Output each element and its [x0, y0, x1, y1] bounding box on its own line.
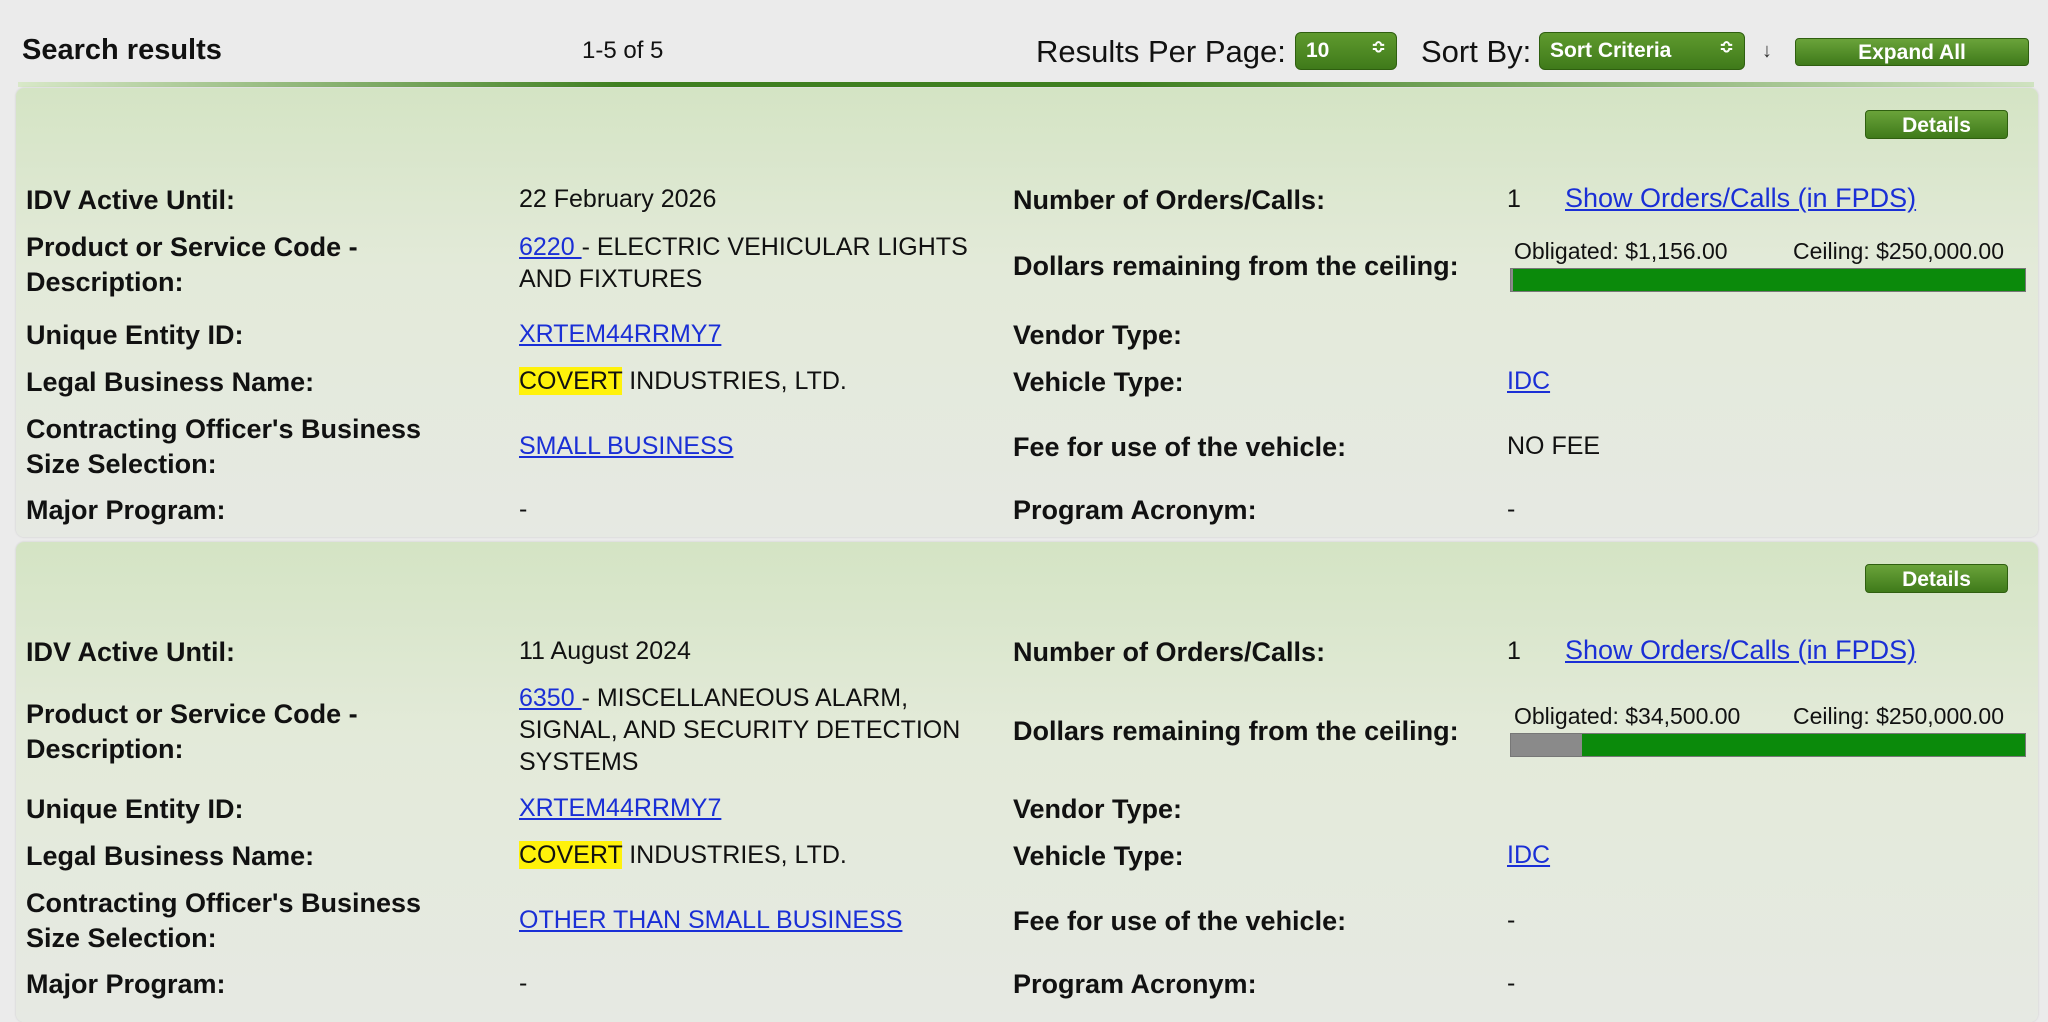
orders-calls-count: 1 — [1507, 637, 1521, 665]
legal-business-name-rest: INDUSTRIES, LTD. — [622, 367, 847, 395]
sort-criteria-value: Sort Criteria — [1550, 39, 1672, 62]
business-size-label-line: Contracting Officer's Business — [26, 888, 422, 918]
result-card: Details IDV Active Until: 22 February 20… — [16, 88, 2038, 537]
psc-label-line: Description: — [26, 734, 184, 764]
fee-value: - — [1507, 906, 1516, 934]
uei-link[interactable]: XRTEM44RRMY7 — [519, 320, 721, 348]
vehicle-type-label: Vehicle Type: — [1013, 367, 1184, 397]
business-size-link[interactable]: SMALL BUSINESS — [519, 432, 733, 460]
obligated-fill — [1511, 734, 1582, 756]
header-divider — [18, 82, 2034, 87]
fee-label: Fee for use of the vehicle: — [1013, 432, 1347, 462]
program-acronym-label: Program Acronym: — [1013, 969, 1257, 999]
legal-business-name-value: COVERT INDUSTRIES, LTD. — [519, 839, 847, 871]
psc-description: SYSTEMS — [519, 748, 639, 776]
business-size-label: Contracting Officer's Business Size Sele… — [26, 886, 421, 956]
show-orders-link[interactable]: Show Orders/Calls (in FPDS) — [1565, 183, 1916, 213]
psc-label-line: Product or Service Code - — [26, 699, 358, 729]
page-title: Search results — [22, 34, 222, 66]
show-orders-link[interactable]: Show Orders/Calls (in FPDS) — [1565, 635, 1916, 665]
psc-code-link[interactable]: 6350 — [519, 684, 582, 712]
psc-description: - ELECTRIC VEHICULAR LIGHTS — [581, 233, 968, 261]
major-program-label: Major Program: — [26, 969, 226, 999]
sort-by-label: Sort By: — [1421, 34, 1532, 69]
business-size-label-line: Contracting Officer's Business — [26, 414, 422, 444]
dollars-remaining-label: Dollars remaining from the ceiling: — [1013, 716, 1459, 746]
psc-description: AND FIXTURES — [519, 265, 703, 293]
psc-label-line: Product or Service Code - — [26, 232, 358, 262]
major-program-label: Major Program: — [26, 495, 226, 525]
result-count: 1-5 of 5 — [582, 37, 664, 64]
idv-active-label: IDV Active Until: — [26, 637, 236, 667]
results-header: Search results 1-5 of 5 Results Per Page… — [0, 0, 2048, 87]
legal-business-name-label: Legal Business Name: — [26, 367, 315, 397]
obligated-amount: Obligated: $34,500.00 — [1514, 703, 1741, 729]
program-acronym-value: - — [1507, 969, 1516, 997]
psc-label: Product or Service Code - Description: — [26, 697, 358, 767]
program-acronym-value: - — [1507, 495, 1516, 523]
vendor-type-label: Vendor Type: — [1013, 794, 1183, 824]
result-card: Details IDV Active Until: 11 August 2024… — [16, 542, 2038, 1022]
ceiling-amount: Ceiling: $250,000.00 — [1793, 703, 2004, 729]
vehicle-type-link[interactable]: IDC — [1507, 841, 1550, 869]
results-per-page-value: 10 — [1306, 39, 1330, 62]
uei-label: Unique Entity ID: — [26, 320, 244, 350]
idv-active-label: IDV Active Until: — [26, 185, 236, 215]
uei-link[interactable]: XRTEM44RRMY7 — [519, 794, 721, 822]
vendor-type-label: Vendor Type: — [1013, 320, 1183, 350]
psc-label: Product or Service Code - Description: — [26, 230, 358, 300]
vehicle-type-label: Vehicle Type: — [1013, 841, 1184, 871]
psc-code-link[interactable]: 6220 — [519, 233, 582, 261]
psc-label-line: Description: — [26, 267, 184, 297]
select-arrows-icon: ≎ — [1370, 37, 1386, 57]
uei-label: Unique Entity ID: — [26, 794, 244, 824]
obligated-amount: Obligated: $1,156.00 — [1514, 238, 1728, 264]
obligated-fill — [1511, 269, 1514, 291]
ceiling-progress-bar — [1510, 733, 2026, 757]
psc-value: 6350 - MISCELLANEOUS ALARM, SIGNAL, AND … — [519, 682, 960, 778]
sort-criteria-select[interactable]: Sort Criteria ≎ — [1539, 32, 1745, 70]
business-size-label-line: Size Selection: — [26, 923, 217, 953]
fee-value: NO FEE — [1507, 432, 1601, 460]
legal-business-name-label: Legal Business Name: — [26, 841, 315, 871]
idv-active-value: 11 August 2024 — [519, 637, 691, 665]
business-size-link[interactable]: OTHER THAN SMALL BUSINESS — [519, 906, 902, 934]
search-highlight: COVERT — [519, 841, 623, 869]
dollars-remaining-label: Dollars remaining from the ceiling: — [1013, 251, 1459, 281]
orders-calls-label: Number of Orders/Calls: — [1013, 185, 1326, 215]
legal-business-name-rest: INDUSTRIES, LTD. — [622, 841, 847, 869]
ceiling-amount: Ceiling: $250,000.00 — [1793, 238, 2004, 264]
details-button[interactable]: Details — [1865, 110, 2008, 139]
fee-label: Fee for use of the vehicle: — [1013, 906, 1347, 936]
orders-calls-count: 1 — [1507, 185, 1521, 213]
orders-calls-label: Number of Orders/Calls: — [1013, 637, 1326, 667]
major-program-value: - — [519, 495, 528, 523]
psc-value: 6220 - ELECTRIC VEHICULAR LIGHTS AND FIX… — [519, 231, 968, 295]
ceiling-progress-bar — [1510, 268, 2026, 292]
search-highlight: COVERT — [519, 367, 623, 395]
results-per-page-label: Results Per Page: — [1036, 34, 1286, 69]
psc-description: SIGNAL, AND SECURITY DETECTION — [519, 716, 961, 744]
sort-direction-icon[interactable]: ↓ — [1762, 40, 1772, 63]
vehicle-type-link[interactable]: IDC — [1507, 367, 1550, 395]
major-program-value: - — [519, 969, 528, 997]
details-button[interactable]: Details — [1865, 564, 2008, 593]
business-size-label: Contracting Officer's Business Size Sele… — [26, 412, 421, 482]
select-arrows-icon: ≎ — [1718, 37, 1734, 57]
business-size-label-line: Size Selection: — [26, 449, 217, 479]
psc-description: - MISCELLANEOUS ALARM, — [581, 684, 909, 712]
legal-business-name-value: COVERT INDUSTRIES, LTD. — [519, 365, 847, 397]
program-acronym-label: Program Acronym: — [1013, 495, 1257, 525]
idv-active-value: 22 February 2026 — [519, 185, 717, 213]
expand-all-button[interactable]: Expand All — [1795, 38, 2029, 66]
results-per-page-select[interactable]: 10 ≎ — [1295, 32, 1397, 70]
